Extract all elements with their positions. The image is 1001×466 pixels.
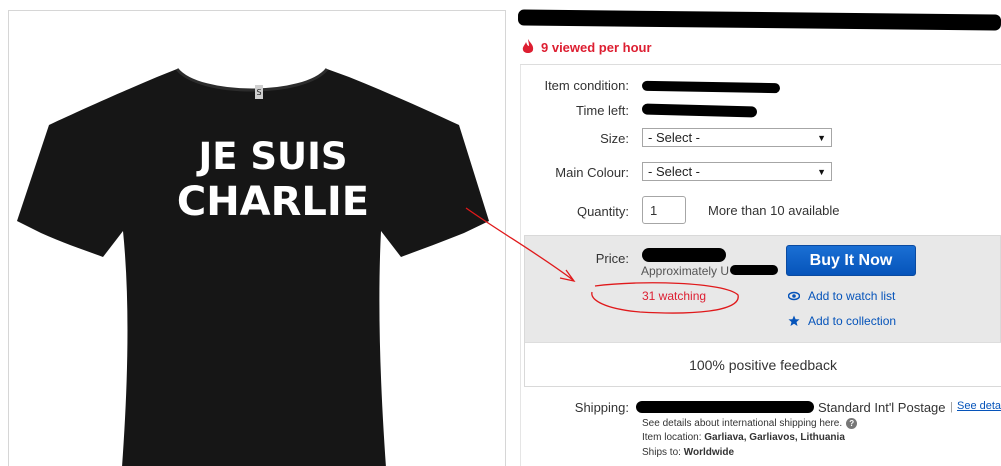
eye-icon xyxy=(788,291,800,301)
price-redaction xyxy=(642,248,726,262)
chevron-down-icon: ▼ xyxy=(817,166,826,177)
feedback-text: 100% positive feedback xyxy=(689,356,837,373)
help-icon[interactable]: ? xyxy=(846,418,858,429)
hot-indicator: 9 viewed per hour xyxy=(521,39,652,55)
chevron-down-icon: ▼ xyxy=(817,132,826,143)
ships-to-value: Worldwide xyxy=(683,447,735,458)
shipping-cost-redaction xyxy=(636,401,814,413)
flame-icon xyxy=(522,39,534,53)
shipping-details-text: See details about international shipping… xyxy=(642,418,843,430)
add-to-watch-list-label: Add to watch list xyxy=(808,289,896,303)
item-condition-redaction xyxy=(641,80,781,94)
availability-text: More than 10 available xyxy=(708,203,840,218)
shipping-details-note: See details about international shipping… xyxy=(642,418,858,430)
divider xyxy=(520,64,1001,65)
separator: | xyxy=(950,401,953,413)
main-colour-select-value: - Select - xyxy=(648,164,701,179)
ships-to-label: Ships to: xyxy=(642,447,681,458)
buy-it-now-button[interactable]: Buy It Now xyxy=(786,245,916,276)
label-tag-text: S xyxy=(256,88,261,97)
price-label: Price: xyxy=(595,251,629,266)
shirt-print-line-2: CHARLIE xyxy=(177,179,369,225)
hot-text: 9 viewed per hour xyxy=(541,39,652,55)
shirt-print-line-1: JE SUIS xyxy=(195,135,347,178)
approx-price: Approximately U xyxy=(641,264,730,278)
time-left-label: Time left: xyxy=(576,103,629,118)
size-select[interactable]: - Select - ▼ xyxy=(642,128,832,147)
add-to-collection-label: Add to collection xyxy=(808,314,897,328)
item-location-value: Garliava, Garliavos, Lithuania xyxy=(704,432,845,443)
size-select-value: - Select - xyxy=(648,130,701,145)
watching-count: 31 watching xyxy=(642,289,707,303)
main-colour-label: Main Colour: xyxy=(555,165,629,180)
main-colour-select[interactable]: - Select - ▼ xyxy=(642,162,832,181)
add-to-collection-link[interactable]: Add to collection xyxy=(788,314,896,328)
item-location: Item location: Garliava, Garliavos, Lith… xyxy=(642,432,845,443)
item-condition-label: Item condition: xyxy=(544,78,629,93)
ships-to: Ships to: Worldwide xyxy=(642,447,734,458)
size-label: Size: xyxy=(600,131,629,146)
quantity-label: Quantity: xyxy=(576,204,629,219)
approx-redaction xyxy=(730,265,778,275)
product-image-panel[interactable]: S JE SUIS CHARLIE xyxy=(8,10,506,466)
tshirt-image: S JE SUIS CHARLIE xyxy=(17,67,489,466)
shipping-service: Standard Int'l Postage xyxy=(818,400,946,415)
item-location-label: Item location: xyxy=(642,432,702,443)
add-to-watch-list-link[interactable]: Add to watch list xyxy=(788,289,895,303)
shipping-label: Shipping: xyxy=(574,400,629,415)
star-icon xyxy=(788,315,800,326)
title-redaction xyxy=(517,9,1001,31)
time-left-redaction xyxy=(641,103,758,118)
quantity-input[interactable]: 1 xyxy=(642,196,686,224)
seller-feedback: 100% positive feedback xyxy=(525,342,1001,386)
see-details-link[interactable]: See deta xyxy=(957,400,1001,412)
